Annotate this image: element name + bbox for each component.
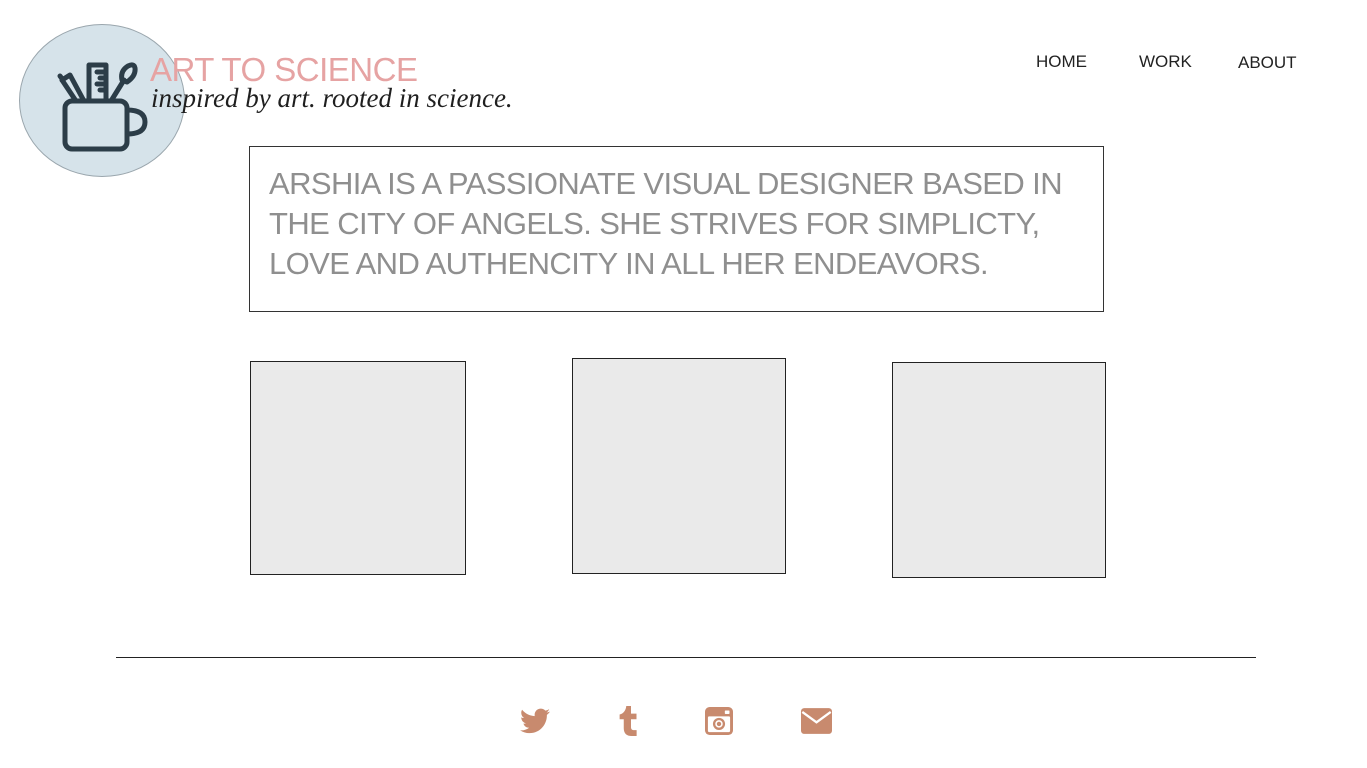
- project-tile-3[interactable]: [892, 362, 1106, 578]
- nav-about-link[interactable]: ABOUT: [1238, 53, 1297, 73]
- email-icon[interactable]: [801, 708, 832, 734]
- footer-divider: [116, 657, 1256, 658]
- project-tile-2[interactable]: [572, 358, 786, 574]
- bio-box: ARSHIA IS A PASSIONATE VISUAL DESIGNER B…: [249, 146, 1104, 312]
- bio-line: ARSHIA IS A PASSIONATE VISUAL DESIGNER B…: [269, 166, 1063, 201]
- bio-text: ARSHIA IS A PASSIONATE VISUAL DESIGNER B…: [269, 164, 1085, 284]
- instagram-icon[interactable]: [705, 707, 733, 735]
- project-tile-1[interactable]: [250, 361, 466, 575]
- bio-line: THE CITY OF ANGELS. SHE STRIVES FOR SIMP…: [269, 206, 1040, 241]
- page: ART TO SCIENCE inspired by art. rooted i…: [0, 0, 1367, 768]
- nav-work-link[interactable]: WORK: [1139, 52, 1192, 72]
- brand-tagline: inspired by art. rooted in science.: [151, 83, 513, 113]
- nav-home-link[interactable]: HOME: [1036, 52, 1087, 72]
- mug-with-pencil-ruler-brush-icon: [57, 62, 148, 152]
- twitter-icon[interactable]: [520, 708, 550, 734]
- tumblr-icon[interactable]: [619, 706, 637, 736]
- bio-line: LOVE AND AUTHENCITY IN ALL HER ENDEAVORS…: [269, 246, 989, 281]
